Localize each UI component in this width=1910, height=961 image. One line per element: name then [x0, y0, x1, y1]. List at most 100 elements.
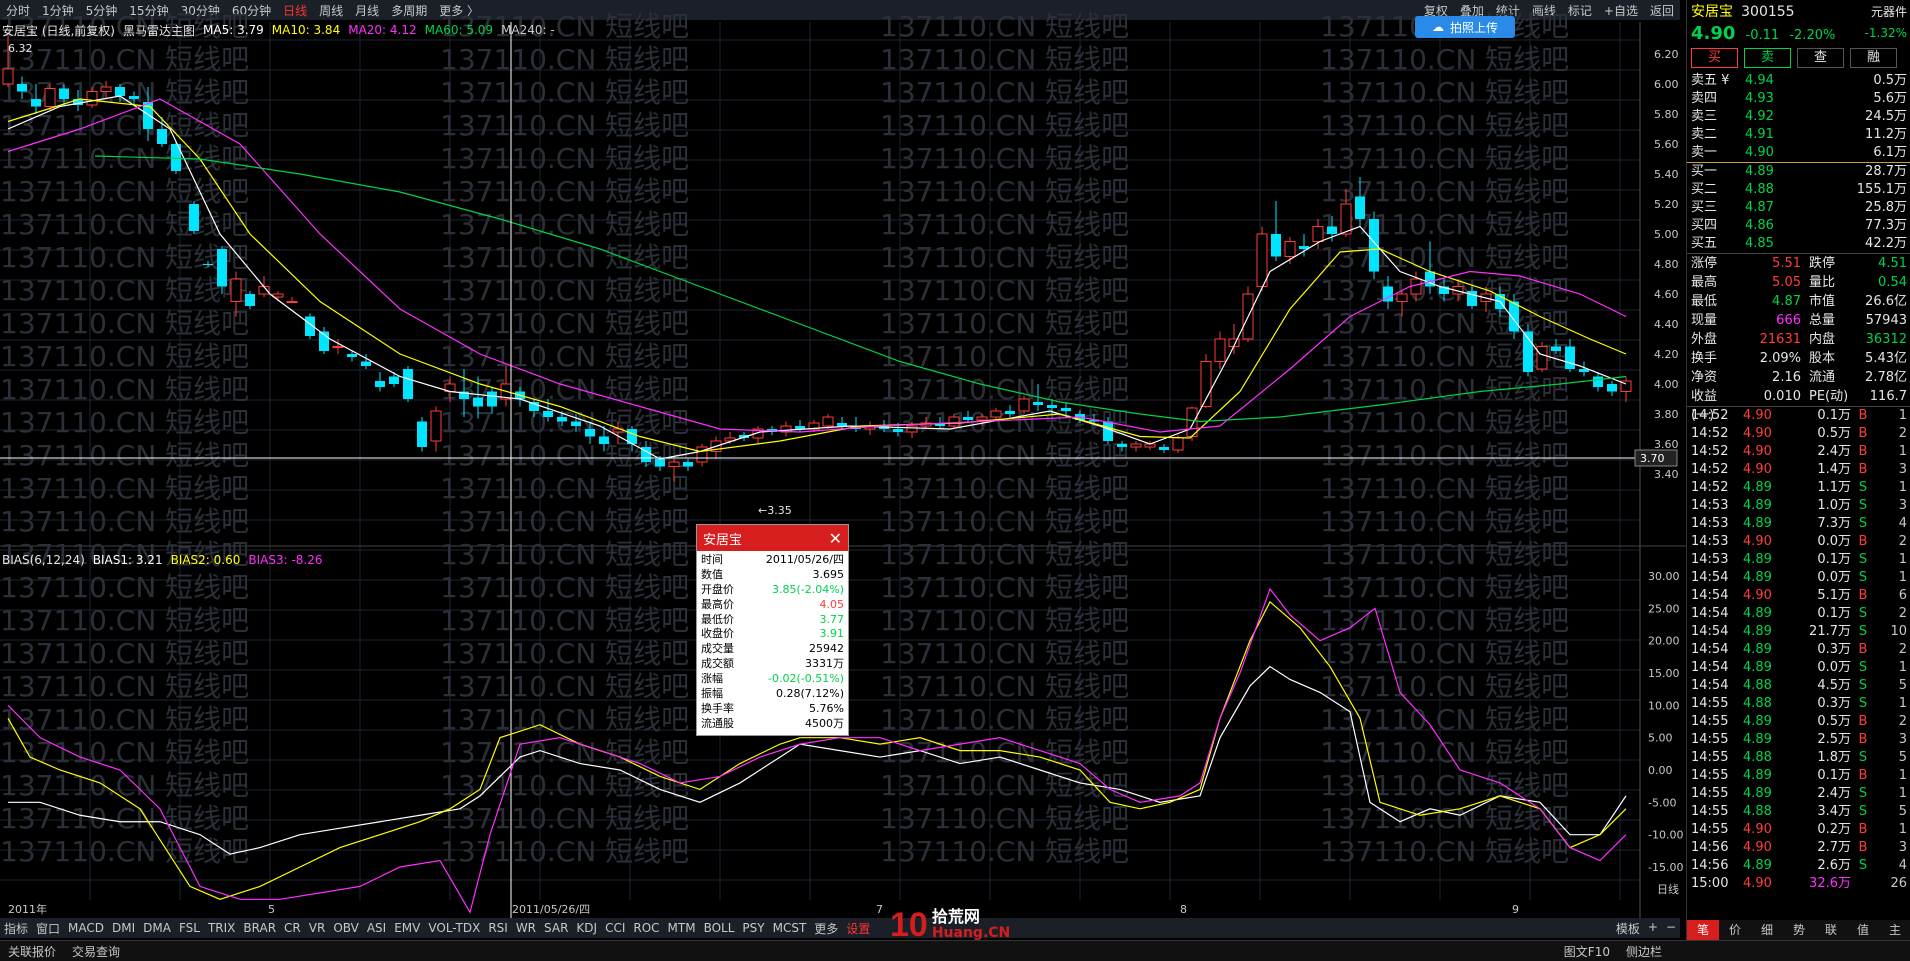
indicator-tab-5[interactable]: FSL — [175, 921, 204, 935]
watermark-text: 137110.CN 短线吧 — [880, 736, 1129, 769]
indicator-tab-14[interactable]: RSI — [484, 921, 512, 935]
candle-body — [1214, 338, 1226, 362]
tooltip-key: 收盘价 — [701, 627, 734, 641]
indicator-tab-4[interactable]: DMA — [139, 921, 175, 935]
bias-tick: 10.00 — [1648, 699, 1680, 712]
tooltip-value: 3.695 — [812, 567, 845, 581]
quote-tab-0[interactable]: 笔 — [1687, 920, 1719, 940]
indicator-tab-20[interactable]: MTM — [664, 921, 700, 935]
legend-bias-name[interactable]: BIAS(6,12,24) — [2, 553, 85, 567]
indicator-tab-15[interactable]: WR — [512, 921, 540, 935]
watermark-text: 137110.CN 短线吧 — [880, 505, 1129, 538]
indicator-tab-13[interactable]: VOL-TDX — [424, 921, 484, 935]
tooltip-key: 换手率 — [701, 701, 734, 715]
quote-tab-6[interactable]: 主 — [1879, 920, 1910, 940]
tick-time: 14:55 — [1691, 804, 1729, 819]
candle-body — [115, 87, 125, 96]
trade-buttons: 买卖查融 — [1687, 44, 1910, 72]
logo-title: 拾荒网 — [931, 907, 980, 926]
order-book-row[interactable]: 买五 4.85 42.2万 — [1687, 235, 1910, 253]
order-book-row[interactable]: 卖四 4.93 5.6万 — [1687, 90, 1910, 108]
watermark-text: 137110.CN 短线吧 — [440, 736, 689, 769]
trade-button-0[interactable]: 买 — [1691, 48, 1738, 68]
site-logo: 10 拾荒网 Huang.CN — [890, 905, 1010, 945]
sector-badge[interactable]: 元器件 — [1871, 3, 1907, 20]
indicator-tab-24[interactable]: 更多 — [810, 920, 842, 937]
template-control-0[interactable]: 模板 — [1612, 920, 1644, 937]
quote-tab-2[interactable]: 细 — [1751, 920, 1783, 940]
order-book-row[interactable]: 卖一 4.90 6.1万 — [1687, 144, 1910, 162]
indicator-tab-8[interactable]: CR — [280, 921, 305, 935]
tooltip-title: 安居宝 — [703, 532, 743, 548]
watermark-text: 137110.CN 短线吧 — [880, 637, 1129, 670]
order-book-row[interactable]: 买三 4.87 25.8万 — [1687, 199, 1910, 217]
watermark-text: 137110.CN 短线吧 — [440, 76, 689, 109]
candle-body — [822, 416, 834, 427]
candle-body — [59, 88, 69, 99]
order-book-row[interactable]: 买二 4.88 155.1万 — [1687, 181, 1910, 199]
trade-button-1[interactable]: 卖 — [1744, 48, 1791, 68]
indicator-tab-16[interactable]: SAR — [540, 921, 572, 935]
template-control-1[interactable]: + — [1644, 920, 1662, 937]
order-book-row[interactable]: 卖二 4.91 11.2万 — [1687, 126, 1910, 144]
trade-button-3[interactable]: 融 — [1850, 48, 1897, 68]
order-book-row[interactable]: 买四 4.86 77.3万 — [1687, 217, 1910, 235]
quote-tab-3[interactable]: 势 — [1783, 920, 1815, 940]
order-level: 卖四 — [1691, 91, 1718, 106]
legend-ma5: MA5: 3.79 — [203, 23, 264, 37]
tick-price: 4.90 — [1743, 840, 1772, 855]
upload-button[interactable]: ☁ 拍照上传 — [1415, 16, 1515, 38]
candle-body — [1340, 203, 1352, 235]
tick-side: B — [1858, 642, 1868, 657]
watermark-text: 137110.CN 短线吧 — [880, 142, 1129, 175]
stat-value: 5.51 — [1772, 256, 1801, 271]
indicator-tab-18[interactable]: CCI — [601, 921, 629, 935]
close-icon[interactable]: ✕ — [829, 529, 842, 548]
watermark-text: 137110.CN 短线吧 — [1320, 637, 1569, 670]
indicator-tab-10[interactable]: OBV — [329, 921, 363, 935]
candle-body — [571, 421, 581, 426]
quote-tab-4[interactable]: 联 — [1815, 920, 1847, 940]
order-price: 4.92 — [1745, 109, 1774, 124]
indicator-tab-19[interactable]: ROC — [629, 921, 663, 935]
indicator-tab-11[interactable]: ASI — [363, 921, 390, 935]
order-book-row[interactable]: 卖五 ¥ 4.94 0.5万 — [1687, 72, 1910, 90]
tooltip-value: -0.02(-0.51%) — [768, 672, 844, 686]
tick-price: 4.90 — [1743, 588, 1772, 603]
trade-button-2[interactable]: 查 — [1797, 48, 1844, 68]
legend-indicator[interactable]: 黑马雷达主图 — [123, 22, 195, 39]
status-link-1[interactable]: 交易查询 — [64, 943, 128, 960]
indicator-tab-1[interactable]: 窗口 — [32, 920, 64, 937]
quote-tab-1[interactable]: 价 — [1719, 920, 1751, 940]
indicator-tab-22[interactable]: PSY — [738, 921, 768, 935]
indicator-tab-23[interactable]: MCST — [769, 921, 811, 935]
watermark-text: 137110.CN 短线吧 — [1320, 736, 1569, 769]
indicator-tab-9[interactable]: VR — [305, 921, 330, 935]
candle-body — [389, 376, 399, 384]
order-volume: 25.8万 — [1865, 200, 1907, 215]
indicator-tab-17[interactable]: KDJ — [572, 921, 601, 935]
indicator-tab-3[interactable]: DMI — [108, 921, 139, 935]
indicator-tab-21[interactable]: BOLL — [700, 921, 739, 935]
indicator-tab-12[interactable]: EMV — [390, 921, 424, 935]
quote-tab-5[interactable]: 值 — [1847, 920, 1879, 940]
order-volume: 77.3万 — [1865, 218, 1907, 233]
stat-value: 4.87 — [1772, 294, 1801, 309]
order-book-row[interactable]: 买一 4.89 28.7万 — [1687, 163, 1910, 181]
template-control-2[interactable]: − — [1662, 920, 1680, 937]
indicator-tab-7[interactable]: BRAR — [239, 921, 280, 935]
kline-chart[interactable]: 137110.CN 短线吧 137110.CN 短线吧 137110.CN 短线吧 1… — [0, 0, 1686, 940]
indicator-tab-6[interactable]: TRIX — [204, 921, 239, 935]
candle-body — [417, 421, 427, 447]
indicator-tab-2[interactable]: MACD — [64, 921, 108, 935]
indicator-tab-25[interactable]: 设置 — [842, 920, 874, 937]
indicator-tab-0[interactable]: 指标 — [0, 920, 32, 937]
order-book-row[interactable]: 卖三 4.92 24.5万 — [1687, 108, 1910, 126]
tick-volume: 2.6万 — [1817, 858, 1851, 873]
tick-row: 14:56 4.90 2.7万 B 3 — [1687, 839, 1910, 857]
tick-row: 14:53 4.89 7.3万 S 4 — [1687, 515, 1910, 533]
status-right-link-0[interactable]: 图文F10 — [1556, 943, 1618, 960]
status-right-link-1[interactable]: 侧边栏 — [1618, 943, 1670, 960]
tick-time: 14:54 — [1691, 642, 1729, 657]
status-link-0[interactable]: 关联报价 — [0, 943, 64, 960]
